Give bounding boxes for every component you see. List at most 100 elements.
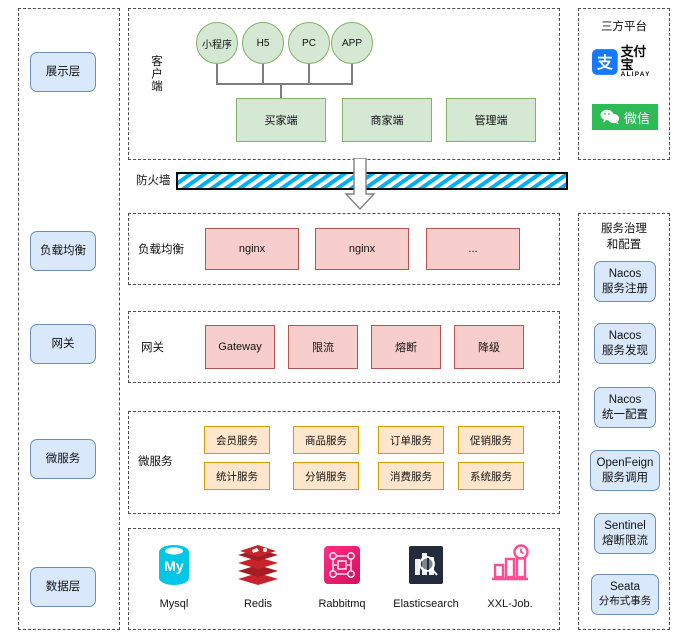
data-item-mysql[interactable]: My Mysql bbox=[130, 543, 218, 621]
load-balance-more[interactable]: ... bbox=[426, 228, 520, 270]
governance-item-nacos-discovery-line2: 服务发现 bbox=[602, 344, 648, 357]
governance-item-openfeign-line2: 服务调用 bbox=[602, 471, 648, 484]
governance-title-line2: 和配置 bbox=[606, 238, 642, 251]
governance-item-seata[interactable]: Seata 分布式事务 bbox=[591, 574, 659, 615]
xxl-job-icon bbox=[492, 544, 529, 581]
redis-icon bbox=[238, 545, 278, 585]
gateway-item-circuitbreak-label: 熔断 bbox=[395, 342, 417, 354]
layer-presentation[interactable]: 展示层 bbox=[30, 52, 96, 92]
gateway-item-ratelimit[interactable]: 限流 bbox=[288, 325, 358, 369]
layer-microservice[interactable]: 微服务 bbox=[30, 439, 96, 479]
microservice-consumption[interactable]: 消费服务 bbox=[378, 462, 444, 490]
governance-item-openfeign[interactable]: OpenFeign 服务调用 bbox=[590, 450, 660, 491]
alipay-name: 支付宝 bbox=[620, 44, 647, 73]
gateway-item-gateway-label: Gateway bbox=[218, 341, 262, 353]
third-party-alipay[interactable]: 支 支付宝 ALIPAY bbox=[592, 44, 658, 79]
governance-title: 服务治理 和配置 bbox=[578, 222, 670, 254]
governance-item-nacos-discovery-line1: Nacos bbox=[608, 329, 642, 342]
connector-client-bus bbox=[216, 83, 353, 85]
connector-bus-to-buyer bbox=[280, 83, 282, 98]
governance-item-nacos-register-line1: Nacos bbox=[608, 267, 642, 280]
layer-load-balance-label: 负载均衡 bbox=[40, 244, 86, 257]
client-channel-miniprogram-label: 小程序 bbox=[202, 39, 232, 51]
gateway-item-circuitbreak[interactable]: 熔断 bbox=[371, 325, 441, 369]
gateway-item-degrade[interactable]: 降级 bbox=[454, 325, 524, 369]
elasticsearch-icon bbox=[409, 546, 443, 584]
layer-data[interactable]: 数据层 bbox=[30, 567, 96, 607]
governance-item-nacos-config-line2: 统一配置 bbox=[602, 408, 648, 421]
microservice-product-label: 商品服务 bbox=[305, 434, 347, 447]
governance-item-openfeign-line1: OpenFeign bbox=[596, 456, 654, 469]
svg-text:支: 支 bbox=[596, 53, 613, 72]
client-app-buyer-label: 买家端 bbox=[264, 115, 298, 127]
client-app-merchant[interactable]: 商家端 bbox=[342, 98, 432, 142]
client-channel-h5-label: H5 bbox=[256, 37, 270, 49]
microservice-member[interactable]: 会员服务 bbox=[204, 426, 270, 454]
data-item-rabbitmq-label: Rabbitmq bbox=[318, 598, 366, 610]
governance-item-sentinel-line2: 熔断限流 bbox=[602, 534, 648, 547]
layer-gateway-label: 网关 bbox=[51, 337, 75, 350]
governance-item-nacos-discovery[interactable]: Nacos 服务发现 bbox=[594, 323, 656, 364]
microservice-order[interactable]: 订单服务 bbox=[378, 426, 444, 454]
data-item-mysql-label: Mysql bbox=[159, 598, 189, 610]
load-balance-section-label: 负载均衡 bbox=[138, 244, 184, 256]
microservice-product[interactable]: 商品服务 bbox=[293, 426, 359, 454]
traffic-arrow-icon bbox=[344, 158, 376, 210]
microservice-system-label: 系统服务 bbox=[470, 470, 512, 483]
data-item-redis-label: Redis bbox=[243, 598, 273, 610]
wechat-name: 微信 bbox=[623, 110, 650, 126]
microservice-distribution[interactable]: 分销服务 bbox=[293, 462, 359, 490]
connector-h5-drop bbox=[262, 64, 264, 84]
governance-item-nacos-register[interactable]: Nacos 服务注册 bbox=[594, 261, 656, 302]
load-balance-nginx-1[interactable]: nginx bbox=[205, 228, 299, 270]
connector-pc-drop bbox=[308, 64, 310, 84]
third-party-wechat[interactable]: 微信 bbox=[592, 104, 658, 130]
data-item-elasticsearch[interactable]: Elasticsearch bbox=[382, 543, 470, 621]
client-app-admin[interactable]: 管理端 bbox=[446, 98, 536, 142]
microservice-order-label: 订单服务 bbox=[390, 434, 432, 447]
client-channel-miniprogram[interactable]: 小程序 bbox=[196, 22, 238, 64]
layer-microservice-label: 微服务 bbox=[45, 452, 81, 465]
client-channel-app[interactable]: APP bbox=[331, 22, 373, 64]
gateway-item-ratelimit-label: 限流 bbox=[312, 342, 334, 354]
governance-item-sentinel[interactable]: Sentinel 熔断限流 bbox=[594, 513, 656, 554]
microservice-statistics[interactable]: 统计服务 bbox=[204, 462, 270, 490]
governance-item-nacos-config[interactable]: Nacos 统一配置 bbox=[594, 387, 656, 428]
microservice-consumption-label: 消费服务 bbox=[390, 470, 432, 483]
mysql-icon: My bbox=[159, 545, 189, 585]
layer-gateway[interactable]: 网关 bbox=[30, 324, 96, 364]
gateway-item-gateway[interactable]: Gateway bbox=[205, 325, 275, 369]
data-item-rabbitmq[interactable]: Rabbitmq bbox=[298, 543, 386, 621]
connector-app-drop bbox=[351, 64, 353, 84]
alipay-icon: 支 bbox=[592, 49, 618, 75]
third-party-title: 三方平台 bbox=[601, 21, 647, 33]
alipay-sub: ALIPAY bbox=[620, 71, 651, 79]
microservice-promotion-label: 促销服务 bbox=[470, 434, 512, 447]
client-section-label: 客户端 bbox=[150, 55, 162, 93]
governance-item-seata-line1: Seata bbox=[609, 581, 641, 594]
gateway-item-degrade-label: 降级 bbox=[478, 342, 500, 354]
microservice-statistics-label: 统计服务 bbox=[216, 470, 258, 483]
architecture-diagram: 展示层 负载均衡 网关 微服务 数据层 客户端 小程序 H5 PC APP 买家… bbox=[0, 0, 685, 639]
rabbitmq-icon bbox=[324, 546, 360, 584]
load-balance-nginx-2-label: nginx bbox=[348, 243, 376, 255]
data-item-xxl-job[interactable]: XXL-Job. bbox=[466, 543, 554, 621]
svg-text:My: My bbox=[164, 558, 184, 574]
wechat-icon bbox=[600, 109, 620, 125]
data-item-redis[interactable]: Redis bbox=[214, 543, 302, 621]
load-balance-nginx-2[interactable]: nginx bbox=[315, 228, 409, 270]
client-channel-pc-label: PC bbox=[302, 37, 316, 49]
microservice-promotion[interactable]: 促销服务 bbox=[458, 426, 524, 454]
microservice-member-label: 会员服务 bbox=[216, 434, 258, 447]
left-layer-column bbox=[18, 8, 120, 630]
data-item-xxl-job-label: XXL-Job. bbox=[487, 598, 533, 610]
client-app-buyer[interactable]: 买家端 bbox=[236, 98, 326, 142]
connector-miniprogram-drop bbox=[216, 64, 218, 84]
client-channel-h5[interactable]: H5 bbox=[242, 22, 284, 64]
governance-item-sentinel-line1: Sentinel bbox=[604, 519, 646, 532]
governance-title-line1: 服务治理 bbox=[601, 223, 647, 235]
microservice-system[interactable]: 系统服务 bbox=[458, 462, 524, 490]
client-channel-pc[interactable]: PC bbox=[288, 22, 330, 64]
client-channel-app-label: APP bbox=[341, 37, 362, 49]
layer-load-balance[interactable]: 负载均衡 bbox=[30, 231, 96, 271]
